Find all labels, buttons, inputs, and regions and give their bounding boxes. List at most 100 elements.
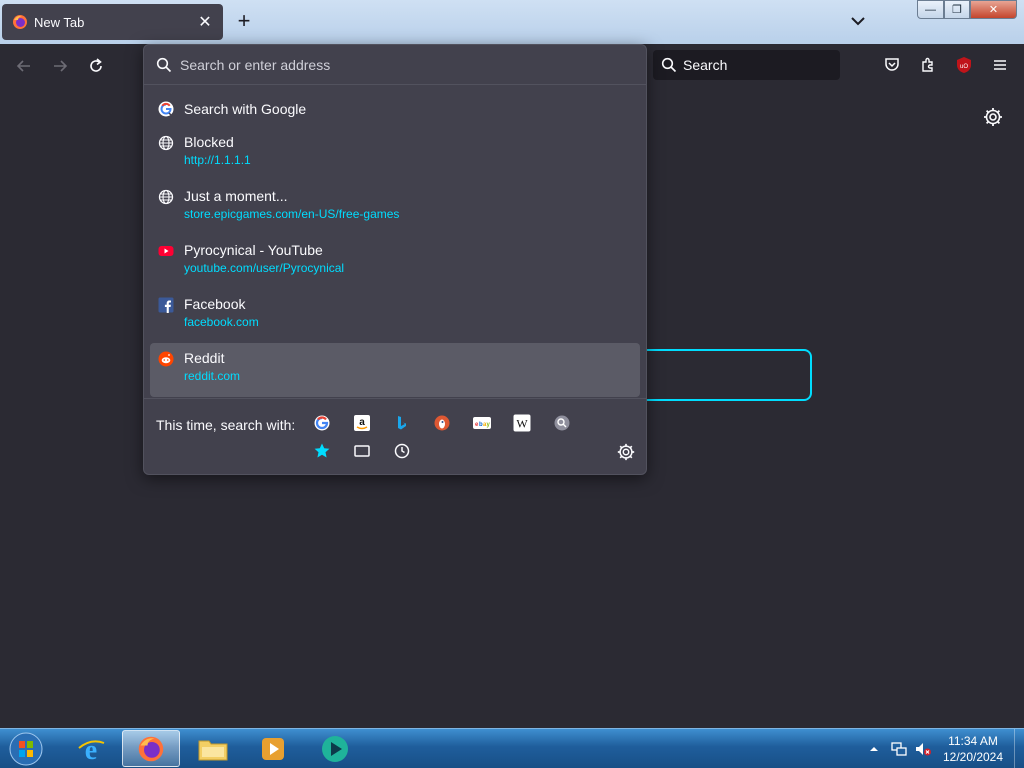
folder-icon <box>198 740 228 760</box>
urlbar <box>144 45 646 85</box>
tab-close-icon[interactable]: ✕ <box>197 12 213 32</box>
result-texts: Just a moment... store.epicgames.com/en-U… <box>184 187 399 223</box>
engine-wikipedia-button[interactable]: W <box>512 413 532 433</box>
result-title: Facebook <box>184 296 246 312</box>
facebook-icon <box>158 297 174 313</box>
tab-new-tab[interactable]: New Tab ✕ <box>2 4 223 40</box>
result-title: Just a moment... <box>184 188 288 204</box>
back-button[interactable] <box>12 54 36 78</box>
urlbar-results: Search with Google Blocked http://1.1.1.1 J… <box>150 91 640 397</box>
windows-logo-icon <box>9 732 43 766</box>
google-icon <box>314 415 330 431</box>
taskbar-media-player[interactable] <box>244 730 302 767</box>
result-texts: Blocked http://1.1.1.1 <box>184 133 251 169</box>
tab-icon <box>354 445 370 457</box>
one-off-separator <box>144 398 646 399</box>
volume-muted-icon <box>916 743 931 756</box>
urlbar-result-row[interactable]: Search with Google <box>150 91 640 127</box>
window-controls: — ❐ ✕ <box>917 0 1017 19</box>
menu-icon <box>994 60 1006 70</box>
engine-google-button[interactable] <box>312 413 332 433</box>
urlbar-result-row[interactable]: Reddit reddit.com <box>150 343 640 397</box>
forward-icon <box>54 60 68 72</box>
forward-button[interactable] <box>48 54 72 78</box>
result-texts: Search with Google <box>184 100 306 118</box>
engine-bing-button[interactable] <box>392 413 412 433</box>
pocket-button[interactable] <box>880 53 904 77</box>
reddit-icon <box>158 351 174 367</box>
taskbar-firefox[interactable] <box>122 730 180 767</box>
engine-amazon-button[interactable]: a <box>352 413 372 433</box>
search-icon <box>661 57 677 73</box>
result-title: Search with Google <box>184 101 307 117</box>
engine-search-button[interactable] <box>552 413 572 433</box>
result-url: store.epicgames.com/en-US/free-games <box>184 207 400 221</box>
extensions-icon <box>922 57 933 72</box>
tab-strip: New Tab ✕ + — ❐ ✕ <box>0 0 1024 44</box>
taskbar-clock[interactable]: 11:34 AM 12/20/2024 <box>934 733 1012 765</box>
result-texts: Facebook facebook.com <box>184 295 259 331</box>
urlbar-input[interactable] <box>180 56 620 73</box>
close-window-button[interactable]: ✕ <box>970 0 1017 19</box>
svg-text:e: e <box>85 735 97 764</box>
one-off-search-label: This time, search with: <box>156 417 296 433</box>
engine-ebay-button[interactable]: e b a y <box>472 413 492 433</box>
search-icon <box>156 57 172 72</box>
result-texts: Pyrocynical - YouTube youtube.com/user/Py… <box>184 241 344 277</box>
clock-icon <box>394 443 410 459</box>
clock-date: 12/20/2024 <box>942 750 1004 764</box>
youtube-icon <box>158 243 174 259</box>
globe-icon <box>158 189 174 205</box>
network-tray-button[interactable] <box>888 729 910 768</box>
history-mode-button[interactable] <box>392 441 412 461</box>
reload-icon <box>90 58 102 72</box>
globe-icon <box>158 135 174 151</box>
result-url: reddit.com <box>184 369 241 383</box>
bing-icon <box>398 416 406 430</box>
ublock-button[interactable]: uO <box>952 53 976 77</box>
app-icon <box>322 735 348 762</box>
reload-button[interactable] <box>84 54 108 78</box>
urlbar-dropdown: Search with Google Blocked http://1.1.1.1 J… <box>143 44 647 475</box>
maximize-button[interactable]: ❐ <box>944 0 970 19</box>
firefox-icon <box>138 736 164 761</box>
urlbar-result-row[interactable]: Just a moment... store.epicgames.com/en-U… <box>150 181 640 235</box>
result-title: Reddit <box>184 350 225 366</box>
result-url: http://1.1.1.1 <box>184 153 251 167</box>
search-settings-gear-icon[interactable] <box>616 442 636 462</box>
result-url: youtube.com/user/Pyrocynical <box>184 261 345 275</box>
tab-title: New Tab <box>34 14 85 30</box>
urlbar-result-row[interactable]: Pyrocynical - YouTube youtube.com/user/Py… <box>150 235 640 289</box>
urlbar-result-row[interactable]: Blocked http://1.1.1.1 <box>150 127 640 181</box>
engine-duckduckgo-button[interactable] <box>432 413 452 433</box>
result-texts: Reddit reddit.com <box>184 349 240 385</box>
taskbar-app[interactable] <box>306 730 364 767</box>
taskbar-internet-explorer[interactable]: e <box>62 730 120 767</box>
extensions-button[interactable] <box>916 53 940 77</box>
taskbar-file-explorer[interactable] <box>184 730 242 767</box>
google-icon <box>158 101 174 117</box>
svg-text:a: a <box>359 417 365 428</box>
new-tab-button[interactable]: + <box>232 10 256 34</box>
app-menu-button[interactable] <box>988 53 1012 77</box>
windows-taskbar: e 11:34 AM 12/20/2024 <box>0 728 1024 768</box>
minimize-button[interactable]: — <box>917 0 944 19</box>
search-bar[interactable]: Search <box>653 50 840 80</box>
tabs-mode-button[interactable] <box>352 441 372 461</box>
media-player-icon <box>262 737 284 760</box>
start-button[interactable] <box>6 730 46 768</box>
urlbar-result-row[interactable]: Facebook facebook.com <box>150 289 640 343</box>
page-settings-gear-icon[interactable] <box>982 106 1004 128</box>
bookmarks-mode-button[interactable] <box>312 441 332 461</box>
new-tab-search-box[interactable] <box>640 349 812 401</box>
volume-tray-button[interactable] <box>912 729 934 768</box>
magnifier-icon <box>554 415 570 431</box>
clock-time: 11:34 AM <box>948 734 998 748</box>
ublock-badge: uO <box>960 64 968 70</box>
show-hidden-icons-button[interactable] <box>866 729 882 768</box>
show-desktop-button[interactable] <box>1014 729 1024 768</box>
ebay-icon: e b a y <box>473 417 491 429</box>
chevron-up-icon <box>870 747 878 751</box>
network-icon <box>891 742 907 756</box>
list-all-tabs-icon[interactable] <box>849 12 867 30</box>
